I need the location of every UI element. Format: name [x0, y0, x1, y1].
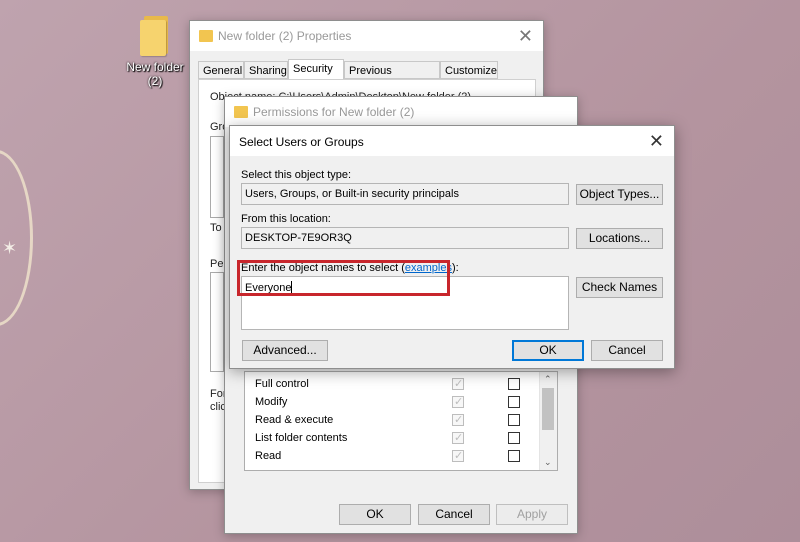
cancel-button[interactable]: Cancel — [418, 504, 490, 525]
chevron-up-icon[interactable]: ⌃ — [544, 374, 552, 385]
tab-security[interactable]: Security — [288, 59, 344, 80]
allow-checkbox[interactable] — [452, 394, 464, 411]
desktop-folder-label: New folder (2) — [126, 60, 184, 88]
permission-label: Read — [255, 450, 282, 462]
permissions-titlebar: Permissions for New folder (2) — [225, 97, 577, 127]
close-icon[interactable]: ✕ — [649, 131, 664, 151]
user-list[interactable] — [210, 136, 224, 218]
tab-general[interactable]: General — [198, 61, 244, 79]
properties-titlebar: New folder (2) Properties ✕ — [190, 21, 543, 51]
deny-checkbox[interactable] — [508, 378, 520, 390]
folder-icon — [199, 30, 213, 42]
permission-label: List folder contents — [255, 432, 348, 444]
permission-label: Full control — [255, 378, 309, 390]
allow-checkbox[interactable] — [452, 430, 464, 447]
permissions-title: Permissions for New folder (2) — [253, 105, 415, 119]
locations-button[interactable]: Locations... — [576, 228, 663, 249]
tab-previous-versions[interactable]: Previous Versions — [344, 61, 440, 95]
tab-customize[interactable]: Customize — [440, 61, 498, 79]
permission-row: Read — [255, 448, 525, 465]
scrollbar[interactable]: ⌃ ⌄ — [539, 372, 557, 470]
permission-row: List folder contents — [255, 430, 525, 447]
desktop-folder-icon[interactable]: New folder (2) — [124, 14, 186, 88]
tab-sharing[interactable]: Sharing — [244, 61, 288, 79]
permissions-list — [210, 272, 224, 372]
scrollbar-thumb[interactable] — [542, 388, 554, 430]
object-type-field: Users, Groups, or Built-in security prin… — [241, 183, 569, 205]
close-icon[interactable]: ✕ — [518, 26, 533, 46]
select-users-titlebar: Select Users or Groups ✕ — [230, 126, 674, 156]
highlight-box — [237, 260, 450, 296]
properties-title: New folder (2) Properties — [218, 29, 352, 43]
star-icon: ✶ — [2, 238, 18, 258]
deny-checkbox[interactable] — [508, 450, 520, 462]
permission-label: Modify — [255, 396, 288, 408]
cancel-button[interactable]: Cancel — [591, 340, 663, 361]
permissions-label: Pe — [210, 258, 224, 270]
deny-checkbox[interactable] — [508, 396, 520, 408]
check-names-button[interactable]: Check Names — [576, 277, 663, 298]
chevron-down-icon[interactable]: ⌄ — [544, 457, 552, 468]
permission-row: Full control — [255, 376, 525, 393]
object-types-button[interactable]: Object Types... — [576, 184, 663, 205]
permission-row: Modify — [255, 394, 525, 411]
allow-checkbox[interactable] — [452, 376, 464, 393]
allow-checkbox[interactable] — [452, 412, 464, 429]
folder-icon — [138, 14, 172, 56]
select-users-title: Select Users or Groups — [239, 135, 364, 149]
permission-row: Read & execute — [255, 412, 525, 429]
apply-button[interactable]: Apply — [496, 504, 568, 525]
permission-table: Full control Modify Read & execute List … — [244, 371, 558, 471]
location-field: DESKTOP-7E9OR3Q — [241, 227, 569, 249]
ok-button[interactable]: OK — [339, 504, 411, 525]
location-label: From this location: — [241, 213, 331, 225]
ok-button[interactable]: OK — [512, 340, 584, 361]
allow-checkbox[interactable] — [452, 448, 464, 465]
permission-label: Read & execute — [255, 414, 334, 426]
folder-icon — [234, 106, 248, 118]
to-change-label: To — [210, 222, 222, 234]
deny-checkbox[interactable] — [508, 432, 520, 444]
object-type-label: Select this object type: — [241, 169, 352, 181]
select-users-dialog: Select Users or Groups ✕ Select this obj… — [229, 125, 675, 369]
advanced-button[interactable]: Advanced... — [242, 340, 328, 361]
deny-checkbox[interactable] — [508, 414, 520, 426]
